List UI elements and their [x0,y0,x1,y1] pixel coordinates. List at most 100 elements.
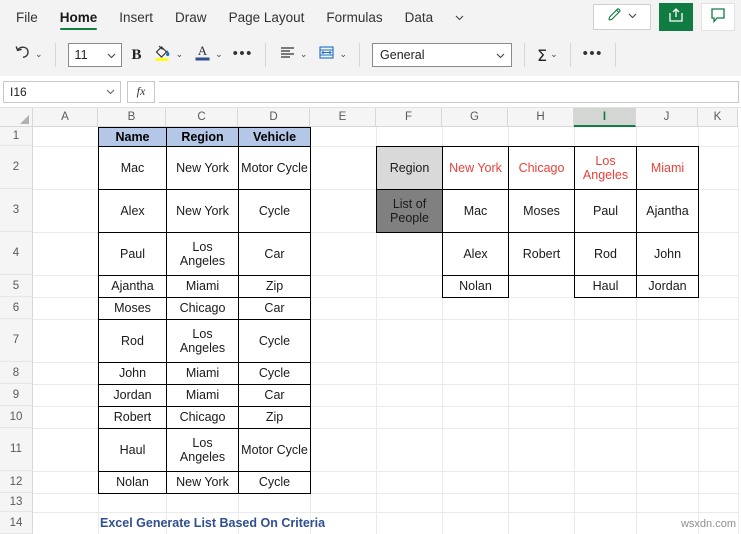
source-cell-vehicle[interactable]: Zip [238,275,311,298]
source-cell-region[interactable]: Miami [166,275,239,298]
tab-file[interactable]: File [0,0,49,34]
column-header-H[interactable]: H [508,108,574,127]
result-person-cell[interactable]: Rod [574,232,637,276]
row-header-12[interactable]: 12 [0,471,33,493]
result-person-cell[interactable]: Ajantha [636,189,699,233]
source-cell-region[interactable]: New York [166,471,239,494]
column-header-K[interactable]: K [698,108,738,127]
source-cell-vehicle[interactable]: Cycle [238,189,311,233]
comment-button[interactable] [701,3,735,31]
source-cell-name[interactable]: Rod [98,319,167,363]
column-header-B[interactable]: B [98,108,166,127]
row-header-11[interactable]: 11 [0,428,33,471]
fill-color-button[interactable]: ⌄ [147,34,189,76]
font-color-button[interactable]: A ⌄ [188,34,228,76]
column-header-I[interactable]: I [574,108,636,127]
bold-button[interactable]: B [127,34,147,76]
row-header-10[interactable]: 10 [0,406,33,428]
source-cell-vehicle[interactable]: Cycle [238,362,311,385]
row-header-3[interactable]: 3 [0,189,33,232]
source-cell-vehicle[interactable]: Zip [238,406,311,429]
row-header-13[interactable]: 13 [0,493,33,512]
number-format-control[interactable]: General [367,34,517,76]
source-cell-vehicle[interactable]: Motor Cycle [238,146,311,190]
source-cell-region[interactable]: New York [166,146,239,190]
source-cell-name[interactable]: Robert [98,406,167,429]
source-header-vehicle[interactable]: Vehicle [238,127,311,147]
tab-draw[interactable]: Draw [164,0,218,34]
source-cell-vehicle[interactable]: Car [238,384,311,407]
column-header-D[interactable]: D [238,108,310,127]
source-cell-name[interactable]: Haul [98,428,167,472]
tab-page-layout[interactable]: Page Layout [218,0,316,34]
source-cell-vehicle[interactable]: Motor Cycle [238,428,311,472]
row-header-9[interactable]: 9 [0,384,33,406]
row-header-1[interactable]: 1 [0,127,33,146]
result-person-cell[interactable]: Alex [442,232,509,276]
select-all-corner[interactable] [0,108,33,127]
tab-home[interactable]: Home [49,0,109,34]
row-header-7[interactable]: 7 [0,319,33,362]
source-cell-region[interactable]: Miami [166,384,239,407]
font-size-box[interactable]: 11 [67,43,122,67]
column-header-J[interactable]: J [636,108,698,127]
source-cell-region[interactable]: New York [166,189,239,233]
source-cell-vehicle[interactable]: Car [238,297,311,320]
result-region-label[interactable]: Region [376,146,443,190]
result-region-header[interactable]: Miami [636,146,699,190]
row-header-4[interactable]: 4 [0,232,33,275]
tab-insert[interactable]: Insert [108,0,164,34]
result-region-header[interactable]: New York [442,146,509,190]
source-cell-name[interactable]: Alex [98,189,167,233]
result-person-cell[interactable]: Moses [508,189,575,233]
row-header-6[interactable]: 6 [0,297,33,319]
result-person-cell[interactable]: Robert [508,232,575,276]
source-header-name[interactable]: Name [98,127,167,147]
source-cell-vehicle[interactable]: Cycle [238,319,311,363]
source-cell-name[interactable]: Moses [98,297,167,320]
result-region-header[interactable]: Los Angeles [574,146,637,190]
column-header-C[interactable]: C [166,108,238,127]
result-region-header[interactable]: Chicago [508,146,575,190]
formula-input[interactable] [159,80,739,103]
result-person-cell[interactable]: Paul [574,189,637,233]
column-header-A[interactable]: A [33,108,98,127]
result-person-cell[interactable]: Nolan [442,275,509,298]
more-font-options-button[interactable]: ••• [228,34,258,76]
source-cell-vehicle[interactable]: Car [238,232,311,276]
align-button[interactable]: ⌄ [273,34,313,76]
source-cell-region[interactable]: Chicago [166,297,239,320]
number-format-box[interactable]: General [372,43,513,67]
result-person-cell[interactable]: Mac [442,189,509,233]
row-header-8[interactable]: 8 [0,362,33,384]
source-cell-name[interactable]: Nolan [98,471,167,494]
editing-mode-button[interactable] [593,4,651,30]
result-people-label[interactable]: List of People [376,189,443,233]
source-cell-name[interactable]: John [98,362,167,385]
wrap-text-button[interactable]: ⌄ [312,34,352,76]
tab-data[interactable]: Data [394,0,445,34]
source-cell-name[interactable]: Paul [98,232,167,276]
row-header-5[interactable]: 5 [0,275,33,297]
source-cell-region[interactable]: Miami [166,362,239,385]
more-tools-button[interactable]: ••• [578,34,608,76]
source-header-region[interactable]: Region [166,127,239,147]
source-cell-name[interactable]: Mac [98,146,167,190]
undo-button[interactable]: ⌄ [8,34,48,76]
source-cell-region[interactable]: Los Angeles [166,428,239,472]
result-person-cell[interactable]: Jordan [636,275,699,298]
column-header-F[interactable]: F [376,108,442,127]
name-box[interactable]: I16 [3,80,121,103]
autosum-button[interactable]: Σ ⌄ [532,34,563,76]
source-cell-name[interactable]: Ajantha [98,275,167,298]
source-cell-name[interactable]: Jordan [98,384,167,407]
result-person-cell[interactable] [509,276,575,298]
column-header-E[interactable]: E [310,108,376,127]
share-button[interactable] [659,3,693,31]
row-header-14[interactable]: 14 [0,512,33,534]
insert-function-button[interactable]: fx [127,80,155,103]
source-cell-region[interactable]: Los Angeles [166,319,239,363]
source-cell-vehicle[interactable]: Cycle [238,471,311,494]
result-person-cell[interactable]: John [636,232,699,276]
source-cell-region[interactable]: Chicago [166,406,239,429]
